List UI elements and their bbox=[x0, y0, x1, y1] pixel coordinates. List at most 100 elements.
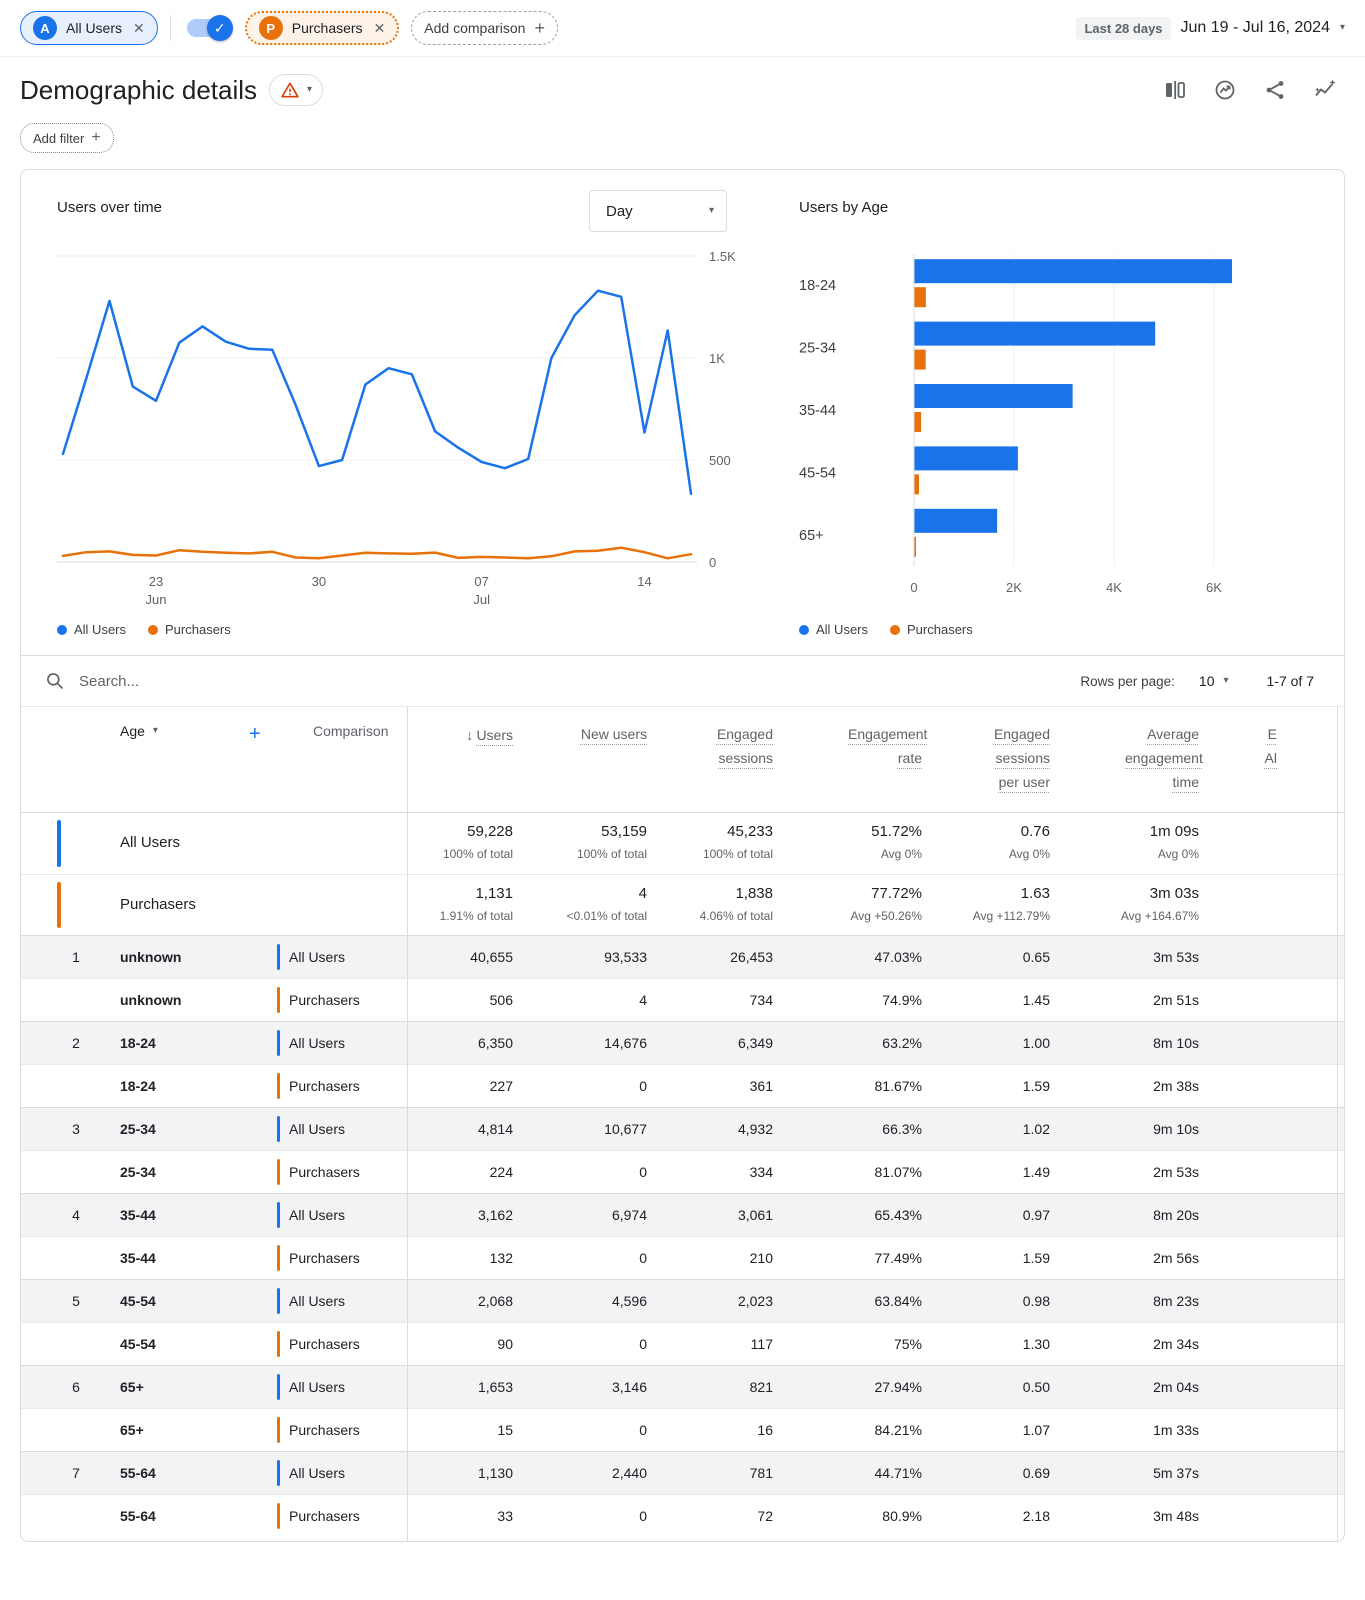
svg-text:18-24: 18-24 bbox=[799, 278, 836, 294]
rows-per-page-select[interactable]: 10 ▾ bbox=[1199, 673, 1229, 689]
svg-text:Jun: Jun bbox=[146, 592, 167, 607]
magic-insights-icon[interactable] bbox=[1313, 78, 1337, 102]
metric-cell: 3m 03sAvg +164.67% bbox=[1054, 885, 1203, 923]
metric-cell: 40,655 bbox=[407, 949, 517, 965]
metric-cell: 2m 53s bbox=[1054, 1164, 1203, 1180]
metric-cell: 781 bbox=[651, 1465, 777, 1481]
data-quality-badge[interactable]: ▾ bbox=[269, 74, 323, 106]
svg-text:0: 0 bbox=[910, 580, 917, 595]
granularity-select[interactable]: Day ▾ bbox=[589, 190, 727, 232]
granularity-value: Day bbox=[606, 203, 633, 220]
metric-cell: 77.72%Avg +50.26% bbox=[777, 885, 926, 923]
svg-text:35-44: 35-44 bbox=[799, 403, 836, 419]
metric-cell: 1,1311.91% of total bbox=[407, 885, 517, 923]
all-users-avatar: A bbox=[33, 16, 57, 40]
metric-cell: 66.3% bbox=[777, 1121, 926, 1137]
comparison-editor-icon[interactable] bbox=[1163, 78, 1187, 102]
metric-cell: 15 bbox=[407, 1422, 517, 1438]
metric-cell: 59,228100% of total bbox=[407, 823, 517, 861]
comparison-chip-all-users[interactable]: A All Users ✕ bbox=[20, 11, 158, 45]
column-header-engaged-sessions-per-user[interactable]: Engaged sessions per user bbox=[926, 723, 1054, 794]
share-icon[interactable] bbox=[1263, 78, 1287, 102]
comparison-cell: Purchasers bbox=[249, 1159, 407, 1185]
column-header-engaged-sessions[interactable]: Engaged sessions bbox=[651, 723, 777, 771]
table-row: 1unknownAll Users40,65593,53326,45347.03… bbox=[21, 935, 1344, 978]
close-icon[interactable]: ✕ bbox=[131, 20, 145, 37]
svg-text:500: 500 bbox=[709, 453, 731, 468]
svg-text:0: 0 bbox=[709, 555, 716, 570]
metric-cell: 210 bbox=[651, 1250, 777, 1266]
date-range-selector[interactable]: Last 28 days Jun 19 - Jul 16, 2024 ▾ bbox=[1076, 17, 1345, 40]
search-input[interactable] bbox=[77, 672, 401, 691]
metric-cell: 5m 37s bbox=[1054, 1465, 1203, 1481]
summary-row: Purchasers1,1311.91% of total4<0.01% of … bbox=[21, 874, 1344, 935]
users-over-time-chart: Users over time Day ▾ 1.5K1K500023Jun300… bbox=[57, 190, 727, 655]
age-cell: 65+ bbox=[101, 1422, 249, 1438]
divider bbox=[170, 15, 171, 41]
svg-text:6K: 6K bbox=[1206, 580, 1222, 595]
table-row: 65+Purchasers1501684.21%1.071m 33s bbox=[21, 1408, 1344, 1451]
metric-cell: 77.49% bbox=[777, 1250, 926, 1266]
metric-cell: 74.9% bbox=[777, 992, 926, 1008]
comparison-cell: All Users bbox=[249, 1374, 407, 1400]
comparison-color-bar bbox=[277, 944, 280, 970]
svg-text:07: 07 bbox=[474, 574, 488, 589]
metric-cell: 1.07 bbox=[926, 1422, 1054, 1438]
column-header-users[interactable]: ↓Users bbox=[407, 723, 517, 749]
add-comparison-button[interactable]: Add comparison + bbox=[411, 11, 558, 45]
age-cell: 45-54 bbox=[101, 1336, 249, 1352]
chevron-down-icon: ▾ bbox=[307, 85, 312, 95]
date-range-text: Jun 19 - Jul 16, 2024 bbox=[1181, 19, 1330, 37]
table-row: 45-54Purchasers90011775%1.302m 34s bbox=[21, 1322, 1344, 1365]
comparison-cell: Purchasers bbox=[249, 1503, 407, 1529]
metric-cell: 4<0.01% of total bbox=[517, 885, 651, 923]
comparison-chip-purchasers[interactable]: P Purchasers ✕ bbox=[245, 11, 400, 45]
column-header-age[interactable]: Age ▾ bbox=[101, 723, 249, 739]
warning-icon bbox=[280, 80, 300, 100]
chart-legend: All Users Purchasers bbox=[57, 606, 727, 655]
table-row: 545-54All Users2,0684,5962,02363.84%0.98… bbox=[21, 1279, 1344, 1322]
pagination-range: 1-7 of 7 bbox=[1267, 673, 1314, 689]
add-dimension-button[interactable]: + bbox=[249, 723, 277, 746]
age-cell: 35-44 bbox=[101, 1207, 249, 1223]
dimension-header-label: Age bbox=[120, 723, 145, 739]
column-header-new-users[interactable]: New users bbox=[517, 723, 651, 747]
comparison-color-bar bbox=[277, 1417, 280, 1443]
insights-icon[interactable] bbox=[1213, 78, 1237, 102]
close-icon[interactable]: ✕ bbox=[372, 20, 386, 37]
comparison-color-bar bbox=[277, 1030, 280, 1056]
column-header-engagement-rate[interactable]: Engagement rate bbox=[777, 723, 926, 771]
column-header-average-engagement-time[interactable]: Average engagement time bbox=[1054, 723, 1203, 794]
comparison-chip-label: All Users bbox=[66, 20, 122, 36]
metric-cell: 93,533 bbox=[517, 949, 651, 965]
metric-cell: 72 bbox=[651, 1508, 777, 1524]
metric-cell: 44.71% bbox=[777, 1465, 926, 1481]
metric-cell: 3,146 bbox=[517, 1379, 651, 1395]
svg-text:1.5K: 1.5K bbox=[709, 249, 736, 264]
comparison-color-bar bbox=[57, 882, 61, 928]
table-row: 755-64All Users1,1302,44078144.71%0.695m… bbox=[21, 1451, 1344, 1494]
metric-cell: 132 bbox=[407, 1250, 517, 1266]
metric-cell: 3m 53s bbox=[1054, 949, 1203, 965]
comparison-bar: A All Users ✕ ✓ P Purchasers ✕ Add compa… bbox=[0, 0, 1365, 57]
toggle-check-icon: ✓ bbox=[207, 15, 233, 41]
svg-text:25-34: 25-34 bbox=[799, 341, 836, 357]
comparison-cell: Purchasers bbox=[249, 1073, 407, 1099]
metric-cell: 16 bbox=[651, 1422, 777, 1438]
sort-descending-icon: ↓ bbox=[466, 727, 474, 744]
metric-cell: 734 bbox=[651, 992, 777, 1008]
legend-label: All Users bbox=[816, 622, 868, 637]
age-cell: 25-34 bbox=[101, 1121, 249, 1137]
comparison-color-bar bbox=[277, 1073, 280, 1099]
metric-cell: 47.03% bbox=[777, 949, 926, 965]
comparison-toggle[interactable]: ✓ bbox=[187, 19, 229, 37]
add-filter-button[interactable]: Add filter + bbox=[20, 123, 114, 153]
metric-cell: 821 bbox=[651, 1379, 777, 1395]
page-title: Demographic details bbox=[20, 75, 257, 106]
metric-cell: 2.18 bbox=[926, 1508, 1054, 1524]
comparison-cell: All Users bbox=[249, 1030, 407, 1056]
metric-cell: 6,349 bbox=[651, 1035, 777, 1051]
metric-cell: 0 bbox=[517, 1250, 651, 1266]
metric-cell: 1m 09sAvg 0% bbox=[1054, 823, 1203, 861]
all-users-legend-dot bbox=[57, 625, 67, 635]
